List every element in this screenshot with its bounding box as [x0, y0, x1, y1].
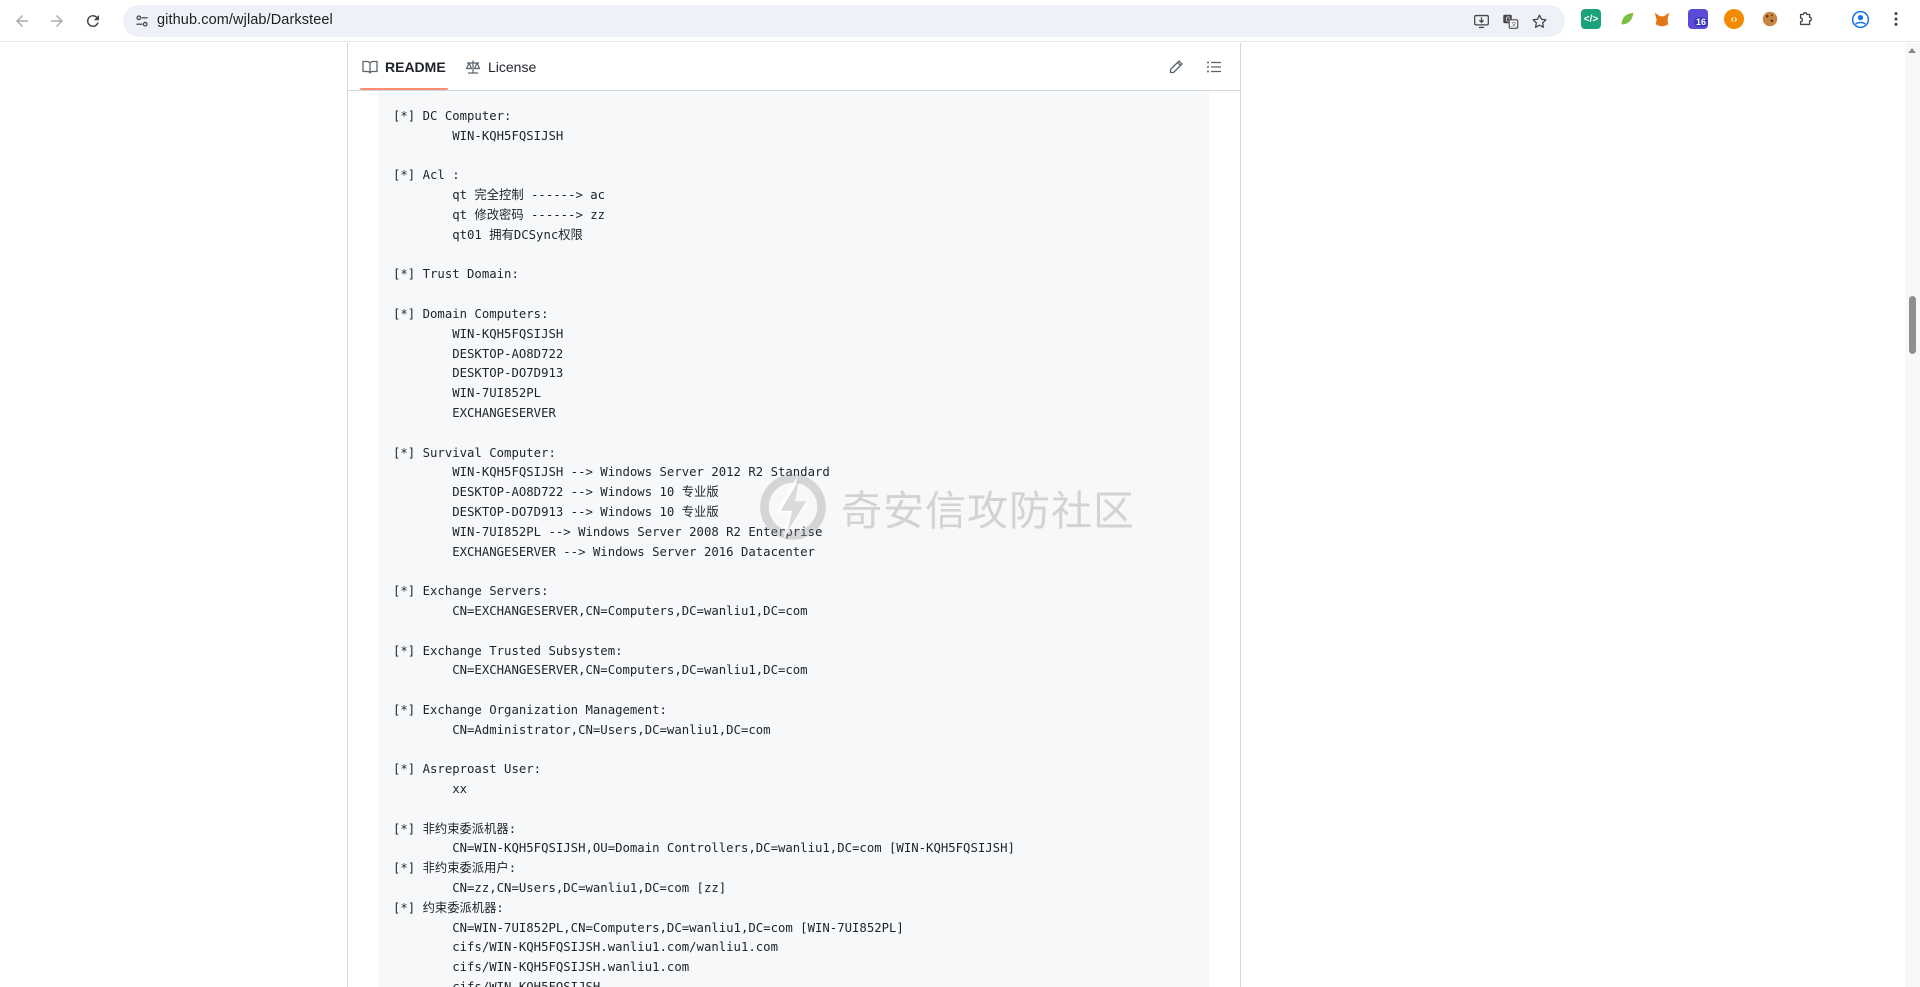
readme-header: README License [348, 43, 1240, 91]
code-line: [*] Exchange Servers: [393, 584, 549, 599]
code-line: DESKTOP-DO7D913 --> Windows 10 专业版 [393, 504, 719, 519]
reload-button[interactable] [80, 8, 106, 34]
code-line: [*] Asreproast User: [393, 762, 542, 777]
reload-icon [86, 15, 99, 28]
code-line: [*] Survival Computer: [393, 445, 556, 460]
code-line: CN=WIN-7UI852PL,CN=Computers,DC=wanliu1,… [393, 920, 904, 935]
address-bar[interactable]: github.com/wjlab/Darksteel G文 [123, 5, 1565, 37]
page-scrollbar[interactable] [1905, 43, 1920, 987]
code-line: qt 完全控制 ------> ac [393, 188, 606, 203]
cookie-extension-icon[interactable] [1760, 9, 1780, 29]
arrow-right-icon [51, 15, 63, 27]
extension-badge: 16 [1694, 17, 1709, 27]
arrow-left-icon [16, 15, 28, 27]
code-line: CN=zz,CN=Users,DC=wanliu1,DC=com [zz] [393, 881, 727, 896]
code-line: cifs/WIN-KQH5FQSIJSH.wanliu1.com [393, 960, 690, 975]
svg-text:文: 文 [1510, 20, 1516, 28]
code-line: WIN-7UI852PL [393, 386, 542, 401]
tab-readme-label: README [385, 59, 446, 75]
browser-toolbar: github.com/wjlab/Darksteel G文 </> 16 ‹› [0, 0, 1920, 42]
code-line: [*] Trust Domain: [393, 267, 519, 282]
url-text[interactable]: github.com/wjlab/Darksteel [157, 12, 333, 28]
pencil-icon [1169, 60, 1183, 74]
code-line: DESKTOP-AO8D722 [393, 346, 564, 361]
back-button[interactable] [9, 8, 35, 34]
code-line: EXCHANGESERVER [393, 405, 556, 420]
edit-file-button[interactable] [1166, 57, 1186, 77]
outline-button[interactable] [1204, 57, 1224, 77]
code-line: [*] 非约束委派用户: [393, 861, 517, 876]
code-line: [*] DC Computer: [393, 109, 512, 123]
list-icon [1207, 61, 1221, 73]
translate-icon[interactable]: G文 [1501, 12, 1519, 30]
code-line: WIN-KQH5FQSIJSH [393, 326, 564, 341]
book-icon [362, 60, 378, 74]
code-line: qt 修改密码 ------> zz [393, 207, 606, 222]
fox-extension-icon[interactable] [1652, 9, 1672, 29]
code-block: [*] DC Computer: WIN-KQH5FQSIJSH [*] Acl … [379, 91, 1209, 987]
forward-button[interactable] [44, 8, 70, 34]
code-line: [*] Exchange Trusted Subsystem: [393, 643, 623, 658]
install-app-icon[interactable] [1472, 12, 1490, 30]
profile-avatar-icon[interactable] [1850, 9, 1870, 29]
code-line: cifs/WIN-KQH5FQSIJSH [393, 978, 1015, 987]
code-line: xx [393, 782, 468, 797]
bookmark-star-icon[interactable] [1530, 12, 1548, 30]
code-extension-icon[interactable]: </> [1581, 9, 1601, 29]
code-line: cifs/WIN-KQH5FQSIJSH.wanliu1.com/wanliu1… [393, 940, 778, 955]
code-lines: [*] DC Computer: WIN-KQH5FQSIJSH [*] Acl … [393, 107, 1015, 987]
code-line: CN=EXCHANGESERVER,CN=Computers,DC=wanliu… [393, 603, 808, 618]
code-line: [*] Exchange Organization Management: [393, 702, 667, 717]
code-line: qt01 拥有DCSync权限 [393, 227, 583, 242]
code-line: DESKTOP-DO7D913 [393, 366, 564, 381]
code-line: CN=EXCHANGESERVER,CN=Computers,DC=wanliu… [393, 663, 808, 678]
code-line: CN=WIN-KQH5FQSIJSH,OU=Domain Controllers… [393, 841, 1015, 856]
tab-license[interactable]: License [465, 43, 536, 91]
site-settings-icon[interactable] [133, 12, 151, 30]
code-line: CN=Administrator,CN=Users,DC=wanliu1,DC=… [393, 722, 771, 737]
menu-kebab-icon[interactable] [1886, 9, 1906, 29]
code-line: WIN-KQH5FQSIJSH --> Windows Server 2012 … [393, 465, 830, 480]
scroll-up-arrow-icon[interactable] [1908, 48, 1916, 53]
tab-license-label: License [488, 59, 537, 75]
code-line: WIN-7UI852PL --> Windows Server 2008 R2 … [393, 524, 823, 539]
code-line: DESKTOP-AO8D722 --> Windows 10 专业版 [393, 485, 719, 500]
tab-readme[interactable]: README [362, 43, 446, 91]
extensions-puzzle-icon[interactable] [1796, 9, 1816, 29]
scale-icon [465, 60, 481, 74]
code-line: [*] Acl : [393, 168, 460, 183]
orange-extension-icon[interactable]: ‹› [1724, 9, 1744, 29]
active-tab-indicator [360, 88, 448, 90]
code-line: WIN-KQH5FQSIJSH [393, 128, 564, 143]
scroll-thumb[interactable] [1909, 296, 1916, 354]
code-line: [*] 非约束委派机器: [393, 821, 517, 836]
leaf-extension-icon[interactable] [1617, 9, 1637, 29]
code-line: [*] Domain Computers: [393, 306, 549, 321]
page-content: README License [*] DC Computer: WIN-KQH5… [0, 43, 1905, 987]
readme-panel: README License [*] DC Computer: WIN-KQH5… [347, 43, 1241, 987]
code-line: EXCHANGESERVER --> Windows Server 2016 D… [393, 544, 815, 559]
code-line: [*] 约束委派机器: [393, 900, 504, 915]
hat-extension-icon[interactable]: 16 [1688, 9, 1709, 29]
